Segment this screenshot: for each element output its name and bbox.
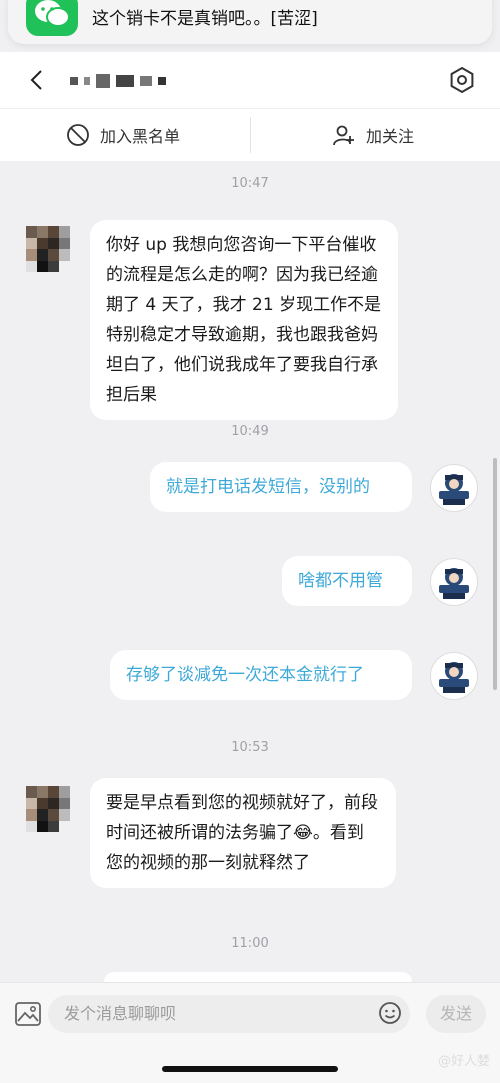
block-button[interactable]: 加入黑名单 xyxy=(66,109,180,161)
back-icon[interactable] xyxy=(26,68,50,92)
message-bubble[interactable]: 你好 up 我想向您咨询一下平台催收的流程是怎么走的啊？因为我已经逾期了 4 天… xyxy=(90,220,398,420)
block-icon xyxy=(67,124,89,146)
contact-name-redacted xyxy=(70,74,166,88)
timestamp: 10:47 xyxy=(231,176,269,191)
laughing-emoji-icon: 😂 xyxy=(293,823,313,843)
avatar[interactable] xyxy=(430,558,478,606)
avatar[interactable] xyxy=(26,786,70,832)
chat-header xyxy=(0,52,500,108)
follow-label: 加关注 xyxy=(366,127,415,146)
message-bubble[interactable]: 啥都不用管 xyxy=(282,556,412,606)
notification-message: 这个销卡不是真销吧。。[苦涩] xyxy=(92,9,318,29)
block-label: 加入黑名单 xyxy=(100,127,181,146)
avatar[interactable] xyxy=(430,652,478,700)
avatar[interactable] xyxy=(430,464,478,512)
action-bar: 加入黑名单 加关注 xyxy=(0,108,500,161)
follow-button[interactable]: 加关注 xyxy=(332,109,414,161)
home-indicator[interactable] xyxy=(162,1066,338,1072)
notification-banner[interactable]: 这个销卡不是真销吧。。[苦涩] xyxy=(8,0,492,44)
message-bubble[interactable]: 存够了谈减免一次还本金就行了 xyxy=(110,650,412,700)
add-user-icon xyxy=(333,125,354,146)
send-button[interactable]: 发送 xyxy=(426,995,486,1033)
image-icon[interactable] xyxy=(14,1001,42,1027)
emoji-icon[interactable] xyxy=(378,1001,402,1025)
timestamp: 10:53 xyxy=(231,740,269,755)
timestamp: 11:00 xyxy=(231,936,269,951)
scrollbar[interactable] xyxy=(493,458,497,690)
message-input[interactable]: 发个消息聊聊呗 xyxy=(48,995,410,1033)
message-bubble[interactable]: 就是打电话发短信，没别的 xyxy=(150,462,412,512)
message-bubble[interactable]: 要是早点看到您的视频就好了，前段时间还被所谓的法务骗了😂。看到您的视频的那一刻就… xyxy=(90,778,396,888)
timestamp: 10:49 xyxy=(231,424,269,439)
divider xyxy=(250,117,251,153)
watermark: @好人婪 xyxy=(437,1054,490,1069)
avatar[interactable] xyxy=(26,226,70,272)
wechat-icon xyxy=(26,0,78,36)
settings-icon[interactable] xyxy=(448,66,476,94)
